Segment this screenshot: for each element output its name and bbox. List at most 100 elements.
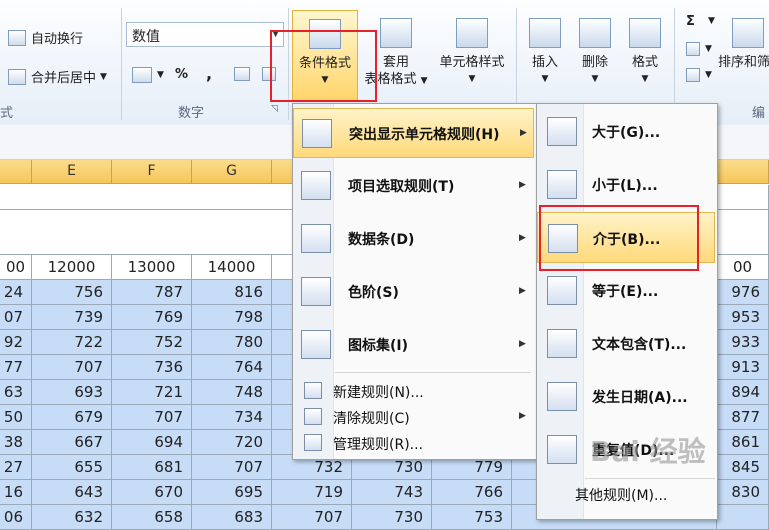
more-rules-item[interactable]: 其他规则(M)... — [537, 482, 715, 504]
table-cell[interactable]: 16 — [0, 480, 32, 505]
table-cell[interactable]: 933 — [717, 330, 769, 355]
table-cell[interactable]: 743 — [352, 480, 432, 505]
column-header-d[interactable] — [0, 160, 32, 184]
currency-icon — [132, 67, 152, 83]
table-cell[interactable]: 719 — [272, 480, 352, 505]
increase-decimal-button[interactable] — [234, 67, 255, 81]
submenu-item-5[interactable]: 发生日期(A)... — [537, 371, 715, 422]
table-cell[interactable]: 27 — [0, 455, 32, 480]
table-cell[interactable]: 77 — [0, 355, 32, 380]
header-cell[interactable]: 12000 — [32, 255, 112, 280]
table-cell[interactable]: 953 — [717, 305, 769, 330]
clear-rules-icon — [304, 408, 322, 425]
table-cell[interactable]: 752 — [112, 330, 192, 355]
number-format-select[interactable]: 数值 ▼ — [126, 22, 284, 47]
insert-button[interactable]: 插入 ▼ — [522, 18, 568, 88]
menu-item-3[interactable]: 色阶(S) ▶ — [293, 267, 534, 317]
merge-center-icon — [8, 68, 26, 85]
table-cell[interactable]: 643 — [32, 480, 112, 505]
watermark: Bai 经验 — [590, 435, 706, 468]
header-cell[interactable]: 00 — [717, 255, 769, 280]
table-cell[interactable]: 816 — [192, 280, 272, 305]
dialog-launcher-icon[interactable]: ◹ — [271, 104, 278, 114]
table-cell[interactable]: 92 — [0, 330, 32, 355]
table-cell[interactable]: 769 — [112, 305, 192, 330]
table-cell[interactable]: 693 — [32, 380, 112, 405]
clear-button[interactable]: ▼ — [686, 68, 712, 82]
table-cell[interactable]: 707 — [192, 455, 272, 480]
table-cell[interactable]: 798 — [192, 305, 272, 330]
menu-item-0[interactable]: 突出显示单元格规则(H) ▶ — [293, 108, 534, 158]
chevron-right-icon: ▶ — [519, 286, 526, 296]
wrap-text-button[interactable]: 自动换行 — [8, 28, 83, 47]
submenu-item-3[interactable]: 等于(E)... — [537, 265, 715, 316]
column-header-g[interactable]: G — [192, 160, 272, 184]
menu-small-item-2[interactable]: 管理规则(R)... — [293, 430, 534, 454]
header-cell[interactable]: 14000 — [192, 255, 272, 280]
table-cell[interactable]: 756 — [32, 280, 112, 305]
table-cell[interactable]: 894 — [717, 380, 769, 405]
menu-small-item-1[interactable]: 清除规则(C) ▶ — [293, 404, 534, 428]
header-cell[interactable]: 00 — [0, 255, 32, 280]
percent-button[interactable]: % — [175, 67, 188, 82]
table-cell[interactable]: 695 — [192, 480, 272, 505]
manage-rules-icon — [304, 434, 322, 451]
table-cell[interactable]: 845 — [717, 455, 769, 480]
format-button[interactable]: 格式 ▼ — [622, 18, 668, 88]
chevron-down-icon[interactable]: ▼ — [708, 16, 715, 26]
table-cell[interactable]: 707 — [32, 355, 112, 380]
duplicate-values-icon — [547, 435, 577, 464]
insert-cells-icon — [529, 18, 561, 48]
cell-styles-button[interactable]: 单元格样式 ▼ — [432, 18, 512, 88]
autosum-button[interactable]: Σ — [686, 14, 695, 29]
submenu-item-4[interactable]: 文本包含(T)... — [537, 318, 715, 369]
table-cell[interactable]: 63 — [0, 380, 32, 405]
table-cell[interactable]: 861 — [717, 430, 769, 455]
table-cell[interactable]: 766 — [432, 480, 512, 505]
delete-button[interactable]: 删除 ▼ — [572, 18, 618, 88]
table-cell[interactable]: 722 — [32, 330, 112, 355]
column-header-f[interactable]: F — [112, 160, 192, 184]
table-cell[interactable]: 734 — [192, 405, 272, 430]
table-cell[interactable]: 787 — [112, 280, 192, 305]
table-cell[interactable]: 764 — [192, 355, 272, 380]
table-cell[interactable]: 24 — [0, 280, 32, 305]
less-than-icon — [547, 170, 577, 199]
divider — [121, 8, 122, 120]
sort-filter-button[interactable]: 排序和筛 — [718, 18, 769, 71]
menu-item-2[interactable]: 数据条(D) ▶ — [293, 214, 534, 264]
table-cell[interactable]: 913 — [717, 355, 769, 380]
table-cell[interactable]: 667 — [32, 430, 112, 455]
table-cell[interactable]: 681 — [112, 455, 192, 480]
table-cell[interactable]: 748 — [192, 380, 272, 405]
table-cell[interactable]: 707 — [112, 405, 192, 430]
table-cell[interactable]: 679 — [32, 405, 112, 430]
table-cell[interactable]: 976 — [717, 280, 769, 305]
table-cell[interactable]: 780 — [192, 330, 272, 355]
header-cell[interactable]: 13000 — [112, 255, 192, 280]
currency-button[interactable]: ▼ — [132, 67, 164, 83]
submenu-item-1[interactable]: 小于(L)... — [537, 159, 715, 210]
delete-cells-icon — [579, 18, 611, 48]
table-cell[interactable]: 38 — [0, 430, 32, 455]
menu-item-4[interactable]: 图标集(I) ▶ — [293, 320, 534, 370]
table-cell[interactable]: 694 — [112, 430, 192, 455]
table-cell[interactable]: 877 — [717, 405, 769, 430]
table-cell[interactable]: 830 — [717, 480, 769, 505]
table-cell[interactable]: 721 — [112, 380, 192, 405]
submenu-item-0[interactable]: 大于(G)... — [537, 106, 715, 157]
table-cell[interactable]: 07 — [0, 305, 32, 330]
table-cell[interactable]: 50 — [0, 405, 32, 430]
table-cell[interactable]: 655 — [32, 455, 112, 480]
merge-center-button[interactable]: 合并后居中 ▼ — [8, 67, 107, 86]
chevron-down-icon: ▼ — [468, 74, 476, 84]
menu-small-item-0[interactable]: 新建规则(N)... — [293, 378, 534, 402]
comma-button[interactable]: , — [206, 64, 212, 83]
table-cell[interactable]: 670 — [112, 480, 192, 505]
column-header-e[interactable]: E — [32, 160, 112, 184]
table-cell[interactable]: 736 — [112, 355, 192, 380]
table-cell[interactable]: 720 — [192, 430, 272, 455]
menu-item-1[interactable]: 项目选取规则(T) ▶ — [293, 161, 534, 211]
fill-button[interactable]: ▼ — [686, 42, 712, 56]
table-cell[interactable]: 739 — [32, 305, 112, 330]
